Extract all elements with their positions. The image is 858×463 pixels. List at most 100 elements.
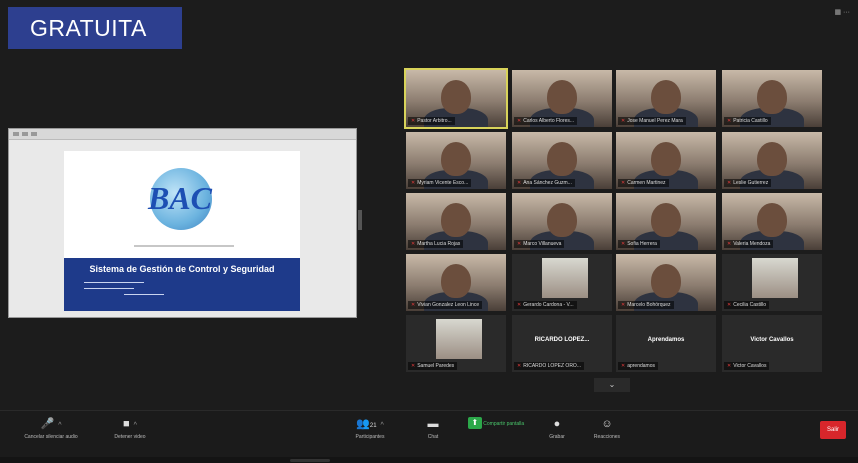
participant-name: Marco Villanueva [523, 241, 562, 247]
participant-name-label: ✕ Carmen Martinez [618, 179, 669, 187]
meeting-stage: GRATUITA ▦ ··· BAC Sistema de Gestión de… [0, 0, 858, 410]
participant-name: RICARDO LOPEZ ORO... [523, 363, 581, 369]
muted-mic-icon: ✕ [517, 180, 522, 186]
participant-face [547, 80, 577, 114]
participant-name-label: ✕ Marcelo Bohórquez [618, 301, 674, 309]
participant-face [547, 142, 577, 176]
reactions-label: Reacciones [593, 434, 621, 440]
muted-mic-icon: ✕ [517, 363, 522, 369]
participant-name-label: ✕ Leslie Gutierrez [724, 179, 772, 187]
participant-name: Gerardo Cardona - V... [523, 302, 574, 308]
participant-name: Samuel Paredes [417, 363, 455, 369]
reactions-button[interactable]: ☺ Reacciones [584, 417, 630, 440]
presentation-slide: BAC Sistema de Gestión de Control y Segu… [64, 151, 300, 311]
chevron-up-icon: ^ [133, 422, 137, 429]
participant-face [757, 80, 787, 114]
muted-mic-icon: ✕ [727, 118, 732, 124]
chat-label: Chat [427, 434, 439, 440]
slide-title: Sistema de Gestión de Control y Segurida… [89, 264, 275, 274]
participant-tile[interactable]: ✕ Marcelo Bohórquez [616, 254, 716, 311]
participants-button[interactable]: 👥21 ^ Participantes [340, 417, 400, 440]
participant-face [441, 142, 471, 176]
participant-tile[interactable]: ✕ Vivian Gonzalez Leon Lince [406, 254, 506, 311]
participant-tile[interactable]: ✕ Valeria Mendoza [722, 193, 822, 250]
participant-tile[interactable]: ✕ Carmen Martinez [616, 132, 716, 189]
participant-face [651, 80, 681, 114]
participant-face [441, 264, 471, 298]
participant-tile[interactable]: ✕ Jose Manuel Perez Mara [616, 70, 716, 127]
participant-name: Pastor Arbitro... [417, 118, 452, 124]
participant-name: Martha Lucia Rojas [417, 241, 461, 247]
participant-name: Carmen Martinez [627, 180, 666, 186]
participant-name: Valeria Mendoza [733, 241, 771, 247]
split-handle[interactable] [358, 210, 362, 230]
participant-name-label: ✕ Victor Cavallos [724, 362, 770, 370]
participant-name: Carlos Alberto Flores... [523, 118, 575, 124]
chat-icon: ▬ [427, 418, 439, 430]
share-screen-button[interactable]: ⬆ Compartir pantalla [462, 417, 530, 432]
participant-name-label: ✕ Samuel Paredes [408, 362, 458, 370]
record-button[interactable]: ● Grabar [540, 417, 574, 440]
muted-mic-icon: ✕ [621, 118, 626, 124]
participant-tile[interactable]: ✕ Ana Sánchez Guzm... [512, 132, 612, 189]
participants-count: 21 [369, 423, 377, 429]
participant-tile[interactable]: ✕ Leslie Gutierrez [722, 132, 822, 189]
participant-name-label: ✕ Ana Sánchez Guzm... [514, 179, 575, 187]
participant-face [441, 80, 471, 114]
participant-name-label: ✕ RICARDO LOPEZ ORO... [514, 362, 584, 370]
share-toolbar [9, 129, 356, 140]
participant-thumbnail [542, 258, 588, 298]
participant-tile[interactable]: ✕ Marco Villanueva [512, 193, 612, 250]
participant-name-label: ✕ aprendamos [618, 362, 658, 370]
participant-tile[interactable]: ✕ Pastor Arbitro... [404, 68, 508, 129]
scrollbar[interactable] [0, 457, 858, 463]
participant-name: Ana Sánchez Guzm... [523, 180, 572, 186]
participant-name-label: ✕ Gerardo Cardona - V... [514, 301, 577, 309]
participant-tile[interactable]: ✕ Patricia Castillo [722, 70, 822, 127]
participant-name-label: ✕ Jose Manuel Perez Mara [618, 117, 686, 125]
participant-thumbnail [752, 258, 798, 298]
participant-name: Patricia Castillo [733, 118, 768, 124]
logo-text: BAC [147, 180, 213, 216]
record-icon: ● [553, 418, 561, 430]
participants-icon: 👥21 ^ [356, 418, 384, 430]
slide-text-line [84, 282, 144, 283]
mute-label: Cancelar silenciar audio [24, 434, 78, 440]
muted-mic-icon: ✕ [411, 180, 416, 186]
muted-mic-icon: ✕ [727, 302, 732, 308]
participant-tile[interactable]: ✕ Gerardo Cardona - V... [512, 254, 612, 311]
participant-tile[interactable]: ✕ Cecilia Castillo [722, 254, 822, 311]
participant-name: Sofia Herrera [627, 241, 657, 247]
shared-screen: BAC Sistema de Gestión de Control y Segu… [8, 128, 357, 318]
participant-display-name: RICARDO LOPEZ... [534, 337, 590, 343]
participant-name-label: ✕ Vivian Gonzalez Leon Lince [408, 301, 483, 309]
slide-title-band: Sistema de Gestión de Control y Segurida… [64, 258, 300, 311]
participant-tile[interactable]: RICARDO LOPEZ... ✕ RICARDO LOPEZ ORO... [512, 315, 612, 372]
record-label: Grabar [549, 434, 565, 440]
participant-name-label: ✕ Marco Villanueva [514, 240, 565, 248]
gallery-pager-button[interactable]: ⌄ [594, 378, 630, 392]
chat-button[interactable]: ▬ Chat [418, 417, 448, 440]
logo-subtitle-line [134, 245, 234, 247]
muted-mic-icon: ✕ [727, 180, 732, 186]
participant-name: Cecilia Castillo [733, 302, 766, 308]
mute-button[interactable]: 🎤 ^ Cancelar silenciar audio [10, 417, 92, 440]
participant-tile[interactable]: Aprendamos ✕ aprendamos [616, 315, 716, 372]
participant-tile[interactable]: ✕ Myriam Vicente Esco... [406, 132, 506, 189]
participant-face [547, 203, 577, 237]
view-button[interactable]: ▦ ··· [834, 8, 850, 16]
muted-mic-icon: ✕ [411, 241, 416, 247]
participant-name-label: ✕ Patricia Castillo [724, 117, 771, 125]
meeting-toolbar: 🎤 ^ Cancelar silenciar audio ■ ^ Detener v… [0, 410, 858, 463]
participant-name-label: ✕ Martha Lucia Rojas [408, 240, 464, 248]
participant-face [441, 203, 471, 237]
participant-tile[interactable]: ✕ Samuel Paredes [406, 315, 506, 372]
participant-name: Jose Manuel Perez Mara [627, 118, 683, 124]
participant-tile[interactable]: Victor Cavallos ✕ Victor Cavallos [722, 315, 822, 372]
leave-button[interactable]: Salir [820, 421, 846, 439]
participant-tile[interactable]: ✕ Sofia Herrera [616, 193, 716, 250]
stop-video-button[interactable]: ■ ^ Detener video [100, 417, 160, 440]
participant-tile[interactable]: ✕ Carlos Alberto Flores... [512, 70, 612, 127]
participant-tile[interactable]: ✕ Martha Lucia Rojas [406, 193, 506, 250]
muted-mic-icon: ✕ [621, 241, 626, 247]
